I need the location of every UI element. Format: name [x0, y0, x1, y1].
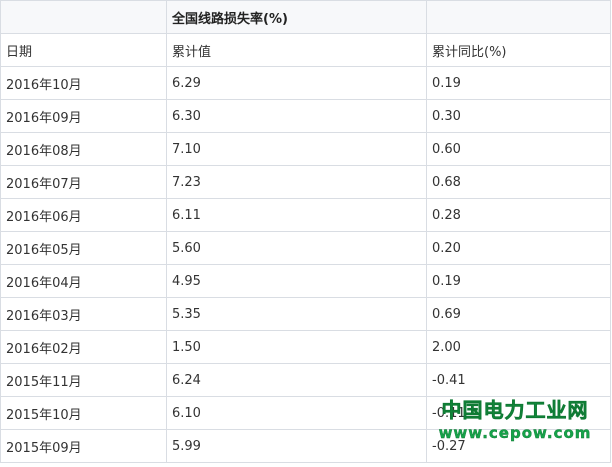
table-row: 2016年10月 6.29 0.19 [0, 66, 611, 100]
cell-cumulative-value: 6.11 [166, 198, 427, 232]
table-row: 2016年08月 7.10 0.60 [0, 132, 611, 166]
cell-date: 2015年10月 [0, 396, 167, 430]
cell-cumulative-value: 5.99 [166, 429, 427, 463]
table-row: 2016年03月 5.35 0.69 [0, 297, 611, 331]
cell-cumulative-value: 6.24 [166, 363, 427, 397]
header-yoy-change: 累计同比(%) [426, 33, 611, 67]
table-title: 全国线路损失率(%) [166, 0, 427, 34]
line-loss-table: 全国线路损失率(%) 日期 累计值 累计同比(%) 2016年10月 6.29 0.… [0, 0, 611, 463]
table-row: 2016年06月 6.11 0.28 [0, 198, 611, 232]
cell-yoy-change: 0.60 [426, 132, 611, 166]
table-row: 2016年09月 6.30 0.30 [0, 99, 611, 133]
cell-cumulative-value: 6.10 [166, 396, 427, 430]
cell-date: 2016年04月 [0, 264, 167, 298]
cell-yoy-change: 0.19 [426, 264, 611, 298]
cell-yoy-change: 0.30 [426, 99, 611, 133]
cell-yoy-change: -0.27 [426, 429, 611, 463]
cell-date: 2016年05月 [0, 231, 167, 265]
table-title-row: 全国线路损失率(%) [0, 0, 611, 34]
cell-yoy-change: -0.11 [426, 396, 611, 430]
cell-yoy-change: 0.69 [426, 297, 611, 331]
cell-cumulative-value: 5.35 [166, 297, 427, 331]
table-header-row: 日期 累计值 累计同比(%) [0, 33, 611, 67]
cell-cumulative-value: 7.23 [166, 165, 427, 199]
table-row: 2016年05月 5.60 0.20 [0, 231, 611, 265]
cell-yoy-change: 0.19 [426, 66, 611, 100]
cell-cumulative-value: 7.10 [166, 132, 427, 166]
table-row: 2016年04月 4.95 0.19 [0, 264, 611, 298]
cell-date: 2016年06月 [0, 198, 167, 232]
cell-cumulative-value: 5.60 [166, 231, 427, 265]
cell-yoy-change: 2.00 [426, 330, 611, 364]
header-cumulative-value: 累计值 [166, 33, 427, 67]
cell-cumulative-value: 6.30 [166, 99, 427, 133]
cell-yoy-change: 0.28 [426, 198, 611, 232]
cell-date: 2016年07月 [0, 165, 167, 199]
cell-date: 2015年11月 [0, 363, 167, 397]
cell-cumulative-value: 4.95 [166, 264, 427, 298]
cell-cumulative-value: 6.29 [166, 66, 427, 100]
cell-date: 2016年08月 [0, 132, 167, 166]
cell-date: 2016年09月 [0, 99, 167, 133]
cell-date: 2016年03月 [0, 297, 167, 331]
title-empty-cell [0, 0, 167, 34]
cell-date: 2016年10月 [0, 66, 167, 100]
cell-cumulative-value: 1.50 [166, 330, 427, 364]
cell-date: 2015年09月 [0, 429, 167, 463]
cell-yoy-change: 0.68 [426, 165, 611, 199]
cell-yoy-change: 0.20 [426, 231, 611, 265]
table-row: 2015年09月 5.99 -0.27 [0, 429, 611, 463]
table-row: 2015年10月 6.10 -0.11 [0, 396, 611, 430]
table-row: 2015年11月 6.24 -0.41 [0, 363, 611, 397]
table-row: 2016年07月 7.23 0.68 [0, 165, 611, 199]
header-date: 日期 [0, 33, 167, 67]
table-body: 全国线路损失率(%) 日期 累计值 累计同比(%) 2016年10月 6.29 0.… [0, 0, 611, 463]
cell-date: 2016年02月 [0, 330, 167, 364]
title-empty-cell [426, 0, 611, 34]
cell-yoy-change: -0.41 [426, 363, 611, 397]
table-row: 2016年02月 1.50 2.00 [0, 330, 611, 364]
